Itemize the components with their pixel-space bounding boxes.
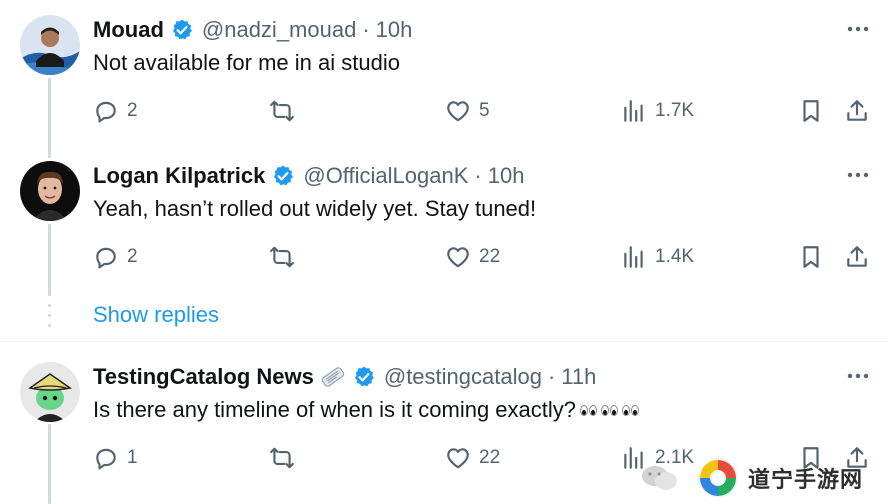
thread-dot — [48, 324, 51, 327]
tweet-text: Yeah, hasn’t rolled out widely yet. Stay… — [93, 194, 536, 224]
share-icon — [847, 246, 867, 267]
views-button[interactable]: 1.4K — [621, 242, 694, 272]
chat-bubble-icon — [642, 466, 677, 490]
timestamp[interactable]: 10h — [376, 17, 413, 43]
more-button[interactable] — [846, 163, 870, 187]
separator-dot: · — [547, 364, 556, 389]
more-button[interactable] — [846, 17, 870, 41]
repost-button[interactable] — [269, 443, 303, 473]
reply-count: 1 — [127, 447, 138, 468]
reply-icon — [96, 247, 116, 269]
separator-dot: · — [474, 163, 482, 188]
author-name[interactable]: TestingCatalog News — [93, 364, 314, 390]
more-icon — [847, 172, 869, 178]
bookmark-icon — [803, 246, 819, 268]
like-icon — [447, 101, 469, 122]
tweet-text-content: Not available for me in ai studio — [93, 50, 400, 75]
like-icon — [447, 247, 469, 268]
author-handle[interactable]: @nadzi_mouad — [202, 17, 356, 43]
repost-icon — [270, 246, 294, 268]
like-button[interactable]: 22 — [445, 443, 500, 473]
more-icon — [847, 373, 869, 379]
reply-icon — [96, 101, 116, 123]
repost-button[interactable] — [269, 242, 303, 272]
reply-button[interactable]: 1 — [93, 443, 138, 473]
views-icon — [624, 100, 643, 122]
reply-count: 2 — [127, 100, 138, 121]
like-count: 22 — [479, 246, 501, 267]
verified-badge-icon — [172, 19, 192, 40]
bookmark-button[interactable] — [798, 242, 824, 272]
author-handle[interactable]: @testingcatalog — [384, 364, 542, 390]
newspaper-icon — [321, 367, 345, 387]
timestamp[interactable]: 11h — [561, 364, 596, 390]
show-replies-link[interactable]: Show replies — [93, 302, 219, 328]
separator-dot: · — [362, 17, 370, 42]
verified-badge-icon — [354, 366, 374, 387]
thread-dot — [48, 304, 51, 307]
tweet-header: Mouad @nadzi_mouad · 10h — [93, 16, 412, 44]
reply-icon — [96, 448, 116, 470]
avatar-logan-image — [20, 161, 80, 221]
like-button[interactable]: 5 — [445, 96, 490, 126]
repost-button[interactable] — [269, 96, 303, 126]
thread-dot — [48, 314, 51, 317]
views-count: 1.7K — [655, 100, 695, 121]
share-button[interactable] — [844, 96, 870, 126]
more-button[interactable] — [846, 364, 870, 388]
tweet-header: TestingCatalog News @testingcatalog · 11… — [93, 363, 596, 391]
thread-line-2 — [48, 224, 51, 296]
thread-line-1 — [48, 78, 51, 158]
thread-line-3 — [48, 424, 51, 504]
author-name[interactable]: Mouad — [93, 17, 164, 43]
tweet-text-content: Is there any timeline of when is it comi… — [93, 397, 577, 422]
tweet-text-content: Yeah, hasn’t rolled out widely yet. Stay… — [93, 196, 537, 221]
avatar-logan[interactable] — [20, 161, 80, 221]
views-button[interactable]: 1.7K — [621, 96, 694, 126]
site-logo-icon — [698, 458, 738, 498]
bookmark-button[interactable] — [798, 96, 824, 126]
tweet-text: Not available for me in ai studio — [93, 48, 400, 78]
more-icon — [847, 26, 869, 32]
avatar-testingcatalog[interactable] — [20, 362, 80, 422]
like-icon — [447, 448, 469, 469]
reply-button[interactable]: 2 — [93, 96, 138, 126]
tweet-actions: 2 22 1.4K — [93, 242, 873, 272]
reply-button[interactable]: 2 — [93, 242, 138, 272]
bookmark-icon — [803, 100, 819, 122]
repost-icon — [270, 100, 294, 122]
repost-icon — [270, 447, 294, 469]
share-icon — [847, 100, 867, 121]
tweet-text: Is there any timeline of when is it comi… — [93, 395, 640, 425]
eyes-emoji-icon — [580, 404, 640, 416]
tweet-header: Logan Kilpatrick @OfficialLoganK · 10h — [93, 162, 524, 190]
like-count: 5 — [479, 100, 490, 121]
avatar-mouad[interactable] — [20, 15, 80, 75]
views-icon — [624, 246, 643, 268]
avatar-mouad-image — [20, 15, 80, 75]
divider — [0, 341, 888, 342]
avatar-testingcatalog-image — [20, 362, 80, 422]
timestamp[interactable]: 10h — [488, 163, 525, 189]
like-count: 22 — [479, 447, 501, 468]
watermark: 道宁手游网 — [640, 452, 888, 504]
like-button[interactable]: 22 — [445, 242, 500, 272]
watermark-text: 道宁手游网 — [748, 467, 864, 492]
reply-count: 2 — [127, 246, 138, 267]
author-handle[interactable]: @OfficialLoganK — [303, 163, 468, 189]
tweet-actions: 2 5 1.7K — [93, 96, 873, 126]
views-count: 1.4K — [655, 246, 695, 267]
author-name[interactable]: Logan Kilpatrick — [93, 163, 265, 189]
verified-badge-icon — [274, 165, 294, 186]
share-button[interactable] — [844, 242, 870, 272]
